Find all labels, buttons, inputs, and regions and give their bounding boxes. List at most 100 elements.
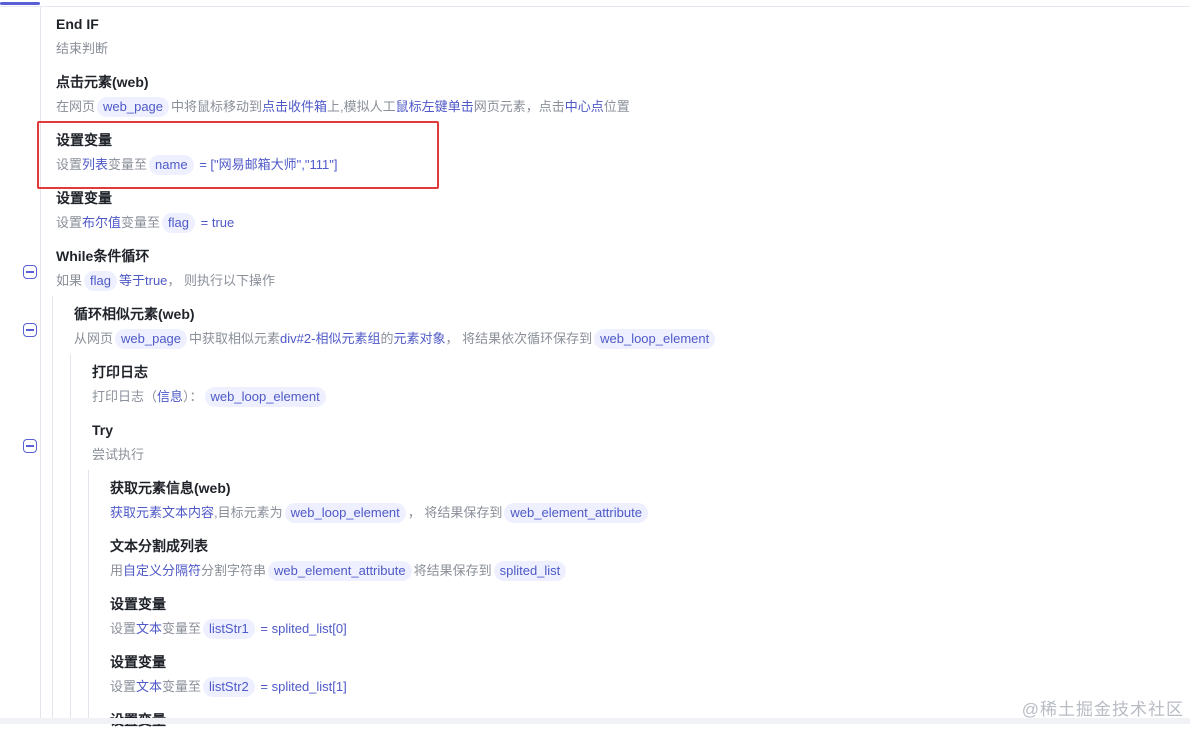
bottom-scroll-strip xyxy=(0,718,1190,724)
step-print-log[interactable]: 打印日志 打印日志（信息）： web_loop_element xyxy=(92,362,328,408)
variable-pill[interactable]: web_loop_element xyxy=(594,329,716,349)
variable-pill[interactable]: flag xyxy=(162,213,196,233)
step-title: 循环相似元素(web) xyxy=(74,306,195,322)
step-desc: 如果 flag 等于true， 则执行以下操作 xyxy=(56,270,275,292)
step-get-element-info[interactable]: 获取元素信息(web) 获取元素文本内容,目标元素为 web_loop_eleme… xyxy=(110,478,650,524)
step-desc: 设置文本变量至 listStr2 = splited_list[1] xyxy=(110,676,347,698)
option-keyword[interactable]: 鼠标左键 xyxy=(396,99,448,114)
step-title: 设置变量 xyxy=(110,596,166,612)
top-divider xyxy=(0,0,1190,7)
step-title: 设置变量 xyxy=(56,190,112,206)
step-end-if[interactable]: End IF 结束判断 xyxy=(56,14,108,60)
option-keyword[interactable]: 布尔值 xyxy=(82,215,121,230)
desc-text: 用 xyxy=(110,563,124,578)
step-title: 打印日志 xyxy=(92,364,148,380)
desc-text: 变量至 xyxy=(162,621,202,636)
option-keyword[interactable]: 信息 xyxy=(157,389,183,404)
variable-pill[interactable]: web_page xyxy=(97,97,170,117)
step-title: While条件循环 xyxy=(56,248,150,264)
step-desc: 设置布尔值变量至 flag = true xyxy=(56,212,234,234)
step-title: Try xyxy=(92,422,114,438)
desc-text: ）： xyxy=(183,389,203,404)
step-try[interactable]: Try 尝试执行 xyxy=(92,420,144,466)
step-set-variable-liststr2[interactable]: 设置变量 设置文本变量至 listStr2 = splited_list[1] xyxy=(110,652,347,698)
value-text: true xyxy=(145,273,168,288)
desc-text: 打印日志（ xyxy=(92,389,158,404)
desc-text: 上,模拟人工 xyxy=(327,99,396,114)
collapse-icon[interactable] xyxy=(23,323,37,337)
desc-text: 变量至 xyxy=(162,679,202,694)
desc-text: 如果 xyxy=(56,273,83,288)
desc-text: ， 将结果依次循环保存到 xyxy=(445,331,593,346)
loop-nest-line xyxy=(70,354,71,724)
step-split-text[interactable]: 文本分割成列表 用自定义分隔符分割字符串 web_element_attribut… xyxy=(110,536,568,582)
step-loop-similar-elements[interactable]: 循环相似元素(web) 从网页 web_page 中获取相似元素div#2-相似元素… xyxy=(74,304,717,350)
desc-text: 网页元素，点击 xyxy=(473,99,565,114)
step-title: 点击元素(web) xyxy=(56,74,149,90)
step-set-variable-bool[interactable]: 设置变量 设置布尔值变量至 flag = true xyxy=(56,188,234,234)
variable-pill[interactable]: web_loop_element xyxy=(284,503,406,523)
red-highlight-box xyxy=(37,121,439,189)
try-nest-line xyxy=(88,470,89,724)
while-nest-line xyxy=(52,296,53,724)
variable-pill[interactable]: web_element_attribute xyxy=(504,503,648,523)
collapse-icon[interactable] xyxy=(23,439,37,453)
desc-text: 结束判断 xyxy=(56,41,109,56)
option-keyword[interactable]: 点击收件箱 xyxy=(262,99,327,114)
desc-text: 中获取相似元素 xyxy=(189,331,281,346)
desc-text: 在网页 xyxy=(56,99,96,114)
desc-text: ， 将结果保存到 xyxy=(407,505,503,520)
desc-text: 从网页 xyxy=(74,331,114,346)
option-keyword[interactable]: 等于 xyxy=(119,273,145,288)
desc-text: 变量至 xyxy=(121,215,161,230)
value-text: = true xyxy=(197,215,235,230)
variable-pill[interactable]: web_element_attribute xyxy=(268,561,412,581)
active-tab-indicator xyxy=(0,2,40,5)
watermark: @稀土掘金技术社区 xyxy=(1021,700,1184,719)
variable-pill[interactable]: flag xyxy=(84,271,117,291)
option-keyword[interactable]: 获取元素文本内容 xyxy=(110,505,214,520)
option-keyword[interactable]: 文本 xyxy=(136,679,162,694)
desc-text: 的 xyxy=(380,331,394,346)
desc-text: 中将鼠标移动到 xyxy=(171,99,263,114)
option-keyword[interactable]: 中心点 xyxy=(565,99,604,114)
desc-text: 位置 xyxy=(603,99,630,114)
step-desc: 从网页 web_page 中获取相似元素div#2-相似元素组的元素对象， 将结果依… xyxy=(74,328,717,350)
value-text: = splited_list[0] xyxy=(256,621,347,636)
desc-text: ， 则执行以下操作 xyxy=(167,273,276,288)
value-text: = splited_list[1] xyxy=(256,679,347,694)
step-desc: 获取元素文本内容,目标元素为 web_loop_element， 将结果保存到 we… xyxy=(110,502,650,524)
variable-pill[interactable]: web_page xyxy=(115,329,188,349)
option-keyword[interactable]: 自定义分隔符 xyxy=(123,563,201,578)
option-keyword[interactable]: div#2-相似元素组 xyxy=(280,331,380,346)
step-desc: 结束判断 xyxy=(56,38,108,60)
step-title: End IF xyxy=(56,16,99,32)
option-keyword[interactable]: 文本 xyxy=(136,621,162,636)
step-title: 设置变量 xyxy=(110,654,166,670)
desc-text: 尝试执行 xyxy=(92,447,145,462)
option-keyword[interactable]: 单击 xyxy=(448,99,474,114)
desc-text: 设置 xyxy=(56,215,83,230)
step-desc: 在网页 web_page 中将鼠标移动到点击收件箱上,模拟人工鼠标左键单击网页元素，… xyxy=(56,96,630,118)
variable-pill[interactable]: listStr2 xyxy=(203,677,255,697)
desc-text: 将结果保存到 xyxy=(413,563,492,578)
desc-text: 设置 xyxy=(110,621,137,636)
step-desc: 用自定义分隔符分割字符串 web_element_attribute 将结果保存到 s… xyxy=(110,560,568,582)
variable-pill[interactable]: splited_list xyxy=(493,561,567,581)
step-click-element[interactable]: 点击元素(web) 在网页 web_page 中将鼠标移动到点击收件箱上,模拟人工鼠… xyxy=(56,72,630,118)
collapse-icon[interactable] xyxy=(23,265,37,279)
variable-pill[interactable]: listStr1 xyxy=(203,619,255,639)
step-title: 获取元素信息(web) xyxy=(110,480,231,496)
option-keyword[interactable]: 元素对象 xyxy=(393,331,445,346)
step-desc: 尝试执行 xyxy=(92,444,144,466)
flow-gutter-line xyxy=(40,7,41,724)
desc-text: ,目标元素为 xyxy=(214,505,283,520)
step-title: 文本分割成列表 xyxy=(110,538,208,554)
desc-text: 分割字符串 xyxy=(201,563,267,578)
step-set-variable-liststr1[interactable]: 设置变量 设置文本变量至 listStr1 = splited_list[0] xyxy=(110,594,347,640)
step-while-loop[interactable]: While条件循环 如果 flag 等于true， 则执行以下操作 xyxy=(56,246,275,292)
desc-text: 设置 xyxy=(110,679,137,694)
step-desc: 打印日志（信息）： web_loop_element xyxy=(92,386,328,408)
variable-pill[interactable]: web_loop_element xyxy=(204,387,326,407)
step-desc: 设置文本变量至 listStr1 = splited_list[0] xyxy=(110,618,347,640)
